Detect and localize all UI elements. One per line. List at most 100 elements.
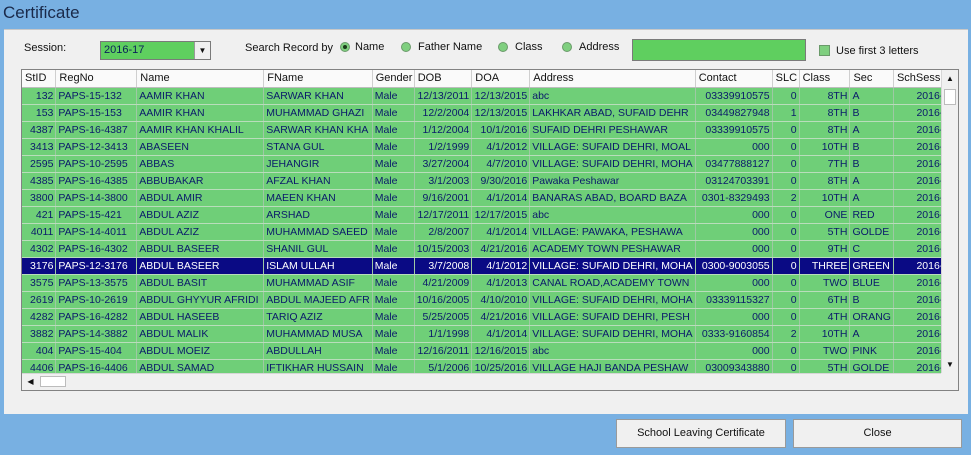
- table-cell[interactable]: 12/2/2004: [414, 104, 473, 122]
- table-cell[interactable]: ABDUL HASEEB: [136, 308, 265, 326]
- table-cell[interactable]: 12/16/2011: [414, 342, 473, 360]
- table-cell[interactable]: VILLAGE: PAWAKA, PESHAWA: [529, 223, 696, 241]
- table-cell[interactable]: 4/10/2010: [471, 291, 531, 309]
- column-header[interactable]: RegNo: [55, 70, 138, 88]
- table-cell[interactable]: THREE: [799, 257, 851, 275]
- table-cell[interactable]: ACADEMY TOWN PESHAWAR: [529, 240, 696, 258]
- table-cell[interactable]: 3176: [22, 257, 57, 275]
- table-cell[interactable]: MUHAMMAD MUSA: [263, 325, 373, 343]
- table-cell[interactable]: 1/2/1999: [414, 138, 473, 156]
- table-cell[interactable]: PAPS-15-153: [55, 104, 138, 122]
- table-row[interactable]: 3575 PAPS-13-3575 ABDUL BASIT MUHAMMAD ASIF…: [22, 274, 958, 292]
- table-cell[interactable]: 000: [695, 240, 773, 258]
- table-cell[interactable]: SARWAR KHAN: [263, 87, 373, 105]
- table-cell[interactable]: PAPS-14-4011: [55, 223, 138, 241]
- table-cell[interactable]: 4385: [22, 172, 57, 190]
- table-cell[interactable]: 4/1/2014: [471, 189, 531, 207]
- table-cell[interactable]: 0: [772, 223, 800, 241]
- table-cell[interactable]: ABBAS: [136, 155, 265, 173]
- table-cell[interactable]: A: [849, 121, 894, 139]
- table-cell[interactable]: 9/16/2001: [414, 189, 473, 207]
- horizontal-scrollbar[interactable]: ◀ ▶: [22, 373, 958, 390]
- column-header[interactable]: DOA: [471, 70, 531, 88]
- table-cell[interactable]: BANARAS ABAD, BOARD BAZA: [529, 189, 696, 207]
- table-cell[interactable]: 8TH: [799, 104, 851, 122]
- table-row[interactable]: 3800 PAPS-14-3800 ABDUL AMIR MAEEN KHAN Male…: [22, 189, 958, 207]
- table-cell[interactable]: Pawaka Peshawar: [529, 172, 696, 190]
- table-cell[interactable]: ABBUBAKAR: [136, 172, 265, 190]
- column-header[interactable]: Address: [529, 70, 696, 88]
- table-cell[interactable]: 0301-8329493: [695, 189, 773, 207]
- search-input[interactable]: [632, 39, 806, 61]
- table-cell[interactable]: 0: [772, 172, 800, 190]
- table-cell[interactable]: A: [849, 189, 894, 207]
- table-cell[interactable]: 03339910575: [695, 121, 773, 139]
- vertical-scroll-thumb[interactable]: [944, 89, 956, 105]
- table-cell[interactable]: ABDULLAH: [263, 342, 373, 360]
- table-cell[interactable]: MUHAMMAD GHAZI: [263, 104, 373, 122]
- table-cell[interactable]: GOLDE: [849, 223, 894, 241]
- table-cell[interactable]: 12/17/2015: [471, 206, 531, 224]
- table-cell[interactable]: 1: [772, 104, 800, 122]
- table-cell[interactable]: 10TH: [799, 189, 851, 207]
- table-cell[interactable]: ORANG: [849, 308, 894, 326]
- table-cell[interactable]: 12/13/2011: [414, 87, 473, 105]
- table-cell[interactable]: 0: [772, 240, 800, 258]
- table-cell[interactable]: Male: [372, 87, 415, 105]
- table-cell[interactable]: 2/8/2007: [414, 223, 473, 241]
- column-header[interactable]: Gender: [372, 70, 415, 88]
- arrow-up-icon[interactable]: ▲: [942, 70, 958, 87]
- table-cell[interactable]: JEHANGIR: [263, 155, 373, 173]
- table-cell[interactable]: 4302: [22, 240, 57, 258]
- table-cell[interactable]: 153: [22, 104, 57, 122]
- table-cell[interactable]: ABASEEN: [136, 138, 265, 156]
- table-cell[interactable]: Male: [372, 325, 415, 343]
- radio-class[interactable]: [498, 42, 508, 52]
- table-cell[interactable]: Male: [372, 308, 415, 326]
- table-cell[interactable]: 8TH: [799, 172, 851, 190]
- table-cell[interactable]: MUHAMMAD SAEED: [263, 223, 373, 241]
- table-cell[interactable]: AAMIR KHAN KHALIL: [136, 121, 265, 139]
- table-cell[interactable]: 000: [695, 308, 773, 326]
- table-cell[interactable]: 4/1/2014: [471, 325, 531, 343]
- table-cell[interactable]: 1/12/2004: [414, 121, 473, 139]
- table-cell[interactable]: PAPS-10-2619: [55, 291, 138, 309]
- table-cell[interactable]: A: [849, 172, 894, 190]
- table-cell[interactable]: abc: [529, 206, 696, 224]
- arrow-left-icon[interactable]: ◀: [22, 374, 39, 390]
- table-cell[interactable]: 10/1/2016: [471, 121, 531, 139]
- column-header[interactable]: Sec: [849, 70, 894, 88]
- table-row[interactable]: 421 PAPS-15-421 ABDUL AZIZ ARSHAD Male 12/17/…: [22, 206, 958, 224]
- table-cell[interactable]: VILLAGE: SUFAID DEHRI, MOAL: [529, 138, 696, 156]
- table-cell[interactable]: 000: [695, 206, 773, 224]
- table-cell[interactable]: Male: [372, 206, 415, 224]
- table-cell[interactable]: 3800: [22, 189, 57, 207]
- table-cell[interactable]: 0: [772, 206, 800, 224]
- table-cell[interactable]: B: [849, 104, 894, 122]
- radio-name[interactable]: [340, 42, 350, 52]
- arrow-down-icon[interactable]: ▼: [942, 356, 958, 373]
- table-cell[interactable]: 5TH: [799, 223, 851, 241]
- first-3-letters-checkbox[interactable]: [819, 45, 830, 56]
- table-cell[interactable]: 03477888127: [695, 155, 773, 173]
- table-row[interactable]: 153 PAPS-15-153 AAMIR KHAN MUHAMMAD GHAZI Ma…: [22, 104, 958, 122]
- table-cell[interactable]: 5/25/2005: [414, 308, 473, 326]
- radio-father-name[interactable]: [401, 42, 411, 52]
- table-cell[interactable]: BLUE: [849, 274, 894, 292]
- table-cell[interactable]: Male: [372, 189, 415, 207]
- table-cell[interactable]: 12/13/2015: [471, 104, 531, 122]
- radio-address[interactable]: [562, 42, 572, 52]
- table-cell[interactable]: Male: [372, 104, 415, 122]
- table-cell[interactable]: 0: [772, 138, 800, 156]
- table-cell[interactable]: SARWAR KHAN KHA: [263, 121, 373, 139]
- table-cell[interactable]: 2595: [22, 155, 57, 173]
- table-cell[interactable]: abc: [529, 87, 696, 105]
- table-cell[interactable]: 4/1/2012: [471, 257, 531, 275]
- table-cell[interactable]: RED: [849, 206, 894, 224]
- school-leaving-certificate-button[interactable]: School Leaving Certificate: [616, 419, 786, 448]
- table-cell[interactable]: Male: [372, 291, 415, 309]
- table-cell[interactable]: 7TH: [799, 155, 851, 173]
- table-cell[interactable]: 2: [772, 189, 800, 207]
- column-header[interactable]: DOB: [414, 70, 473, 88]
- horizontal-scroll-thumb[interactable]: [40, 376, 66, 387]
